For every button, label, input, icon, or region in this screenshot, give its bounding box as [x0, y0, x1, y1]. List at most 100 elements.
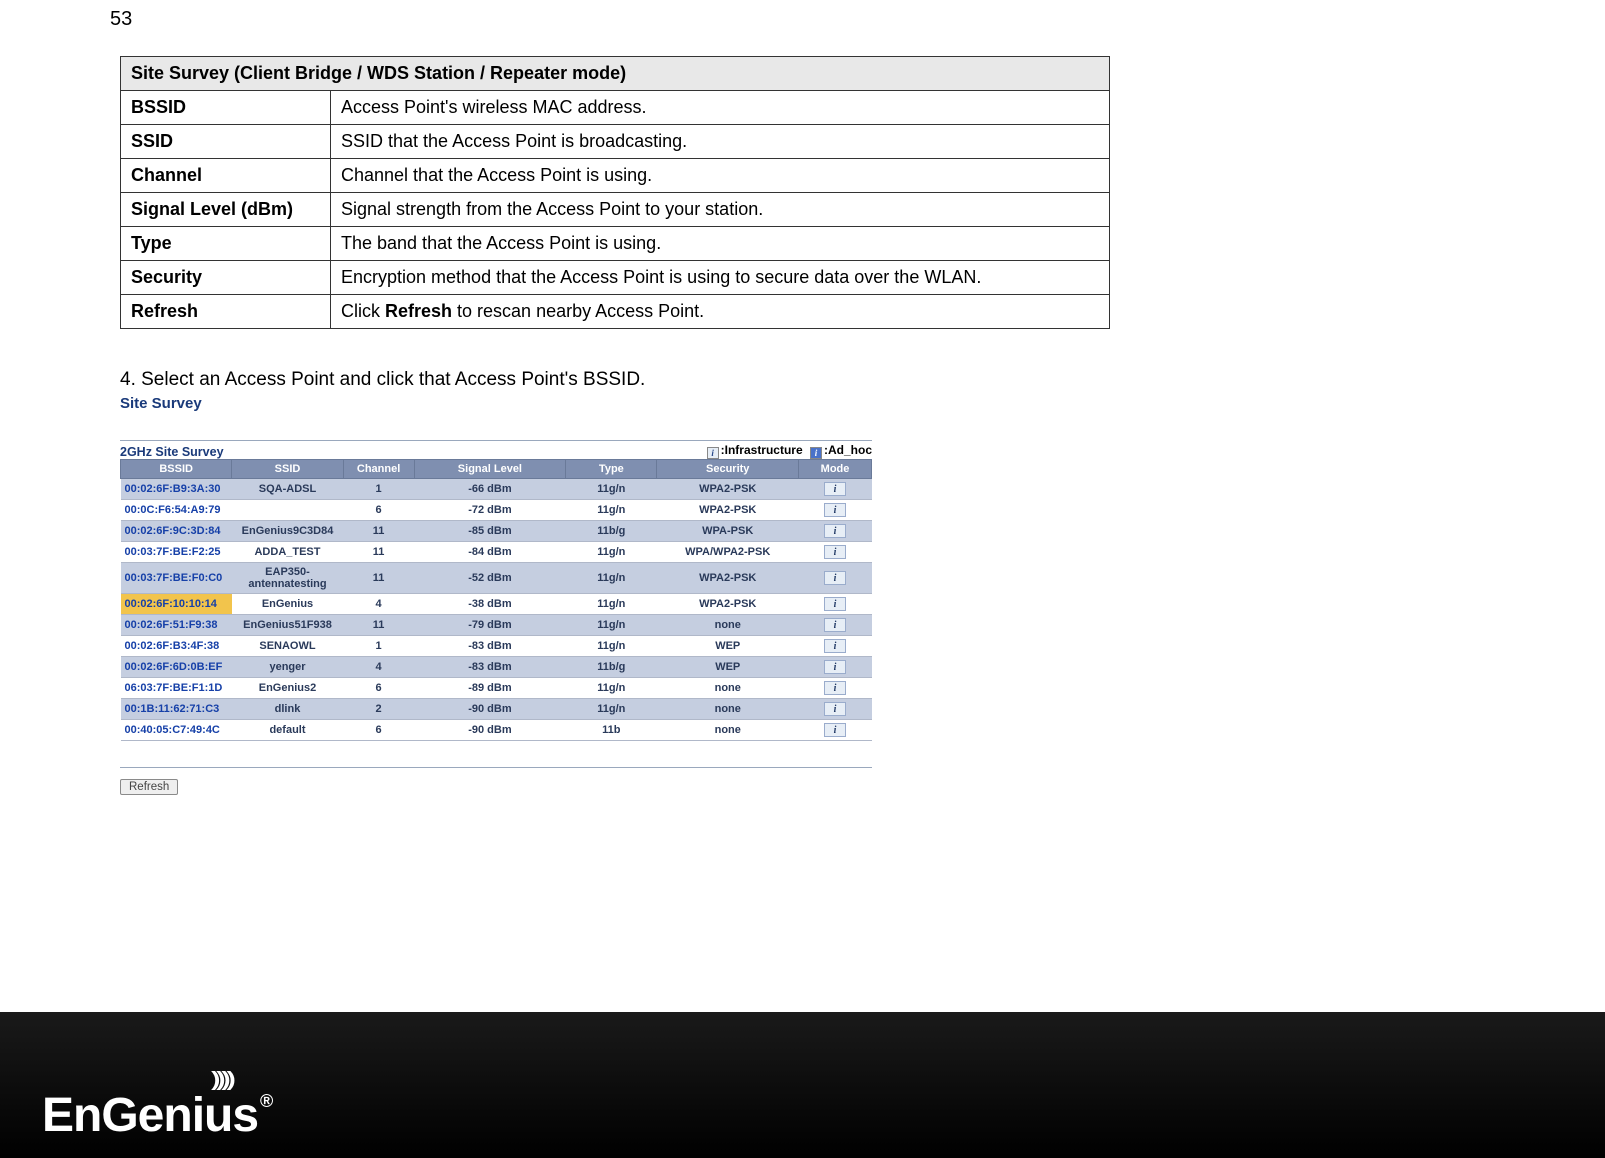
- channel-cell: 1: [343, 636, 414, 657]
- mode-cell: i: [799, 594, 872, 615]
- mode-cell: i: [799, 636, 872, 657]
- bssid-link[interactable]: 00:02:6F:10:10:14: [121, 594, 232, 615]
- channel-cell: 6: [343, 500, 414, 521]
- channel-cell: 4: [343, 594, 414, 615]
- bssid-link[interactable]: 00:02:6F:6D:0B:EF: [121, 657, 232, 678]
- security-cell: WPA/WPA2-PSK: [657, 542, 799, 563]
- legend-adhoc-text: :Ad_hoc: [824, 443, 872, 457]
- wifi-icon: )))): [211, 1070, 231, 1090]
- signal-cell: -72 dBm: [414, 500, 566, 521]
- ssid-cell: EnGenius2: [232, 678, 343, 699]
- infrastructure-icon: i: [824, 681, 846, 695]
- signal-cell: -90 dBm: [414, 699, 566, 720]
- infrastructure-icon: i: [824, 545, 846, 559]
- signal-cell: -83 dBm: [414, 636, 566, 657]
- bssid-link[interactable]: 00:03:7F:BE:F2:25: [121, 542, 232, 563]
- survey-row: 06:03:7F:BE:F1:1DEnGenius26-89 dBm11g/nn…: [121, 678, 872, 699]
- definitions-row: ChannelChannel that the Access Point is …: [121, 159, 1110, 193]
- survey-row: 00:03:7F:BE:F2:25ADDA_TEST11-84 dBm11g/n…: [121, 542, 872, 563]
- channel-cell: 4: [343, 657, 414, 678]
- signal-cell: -90 dBm: [414, 720, 566, 741]
- type-cell: 11g/n: [566, 563, 657, 594]
- bssid-link[interactable]: 00:0C:F6:54:A9:79: [121, 500, 232, 521]
- signal-cell: -66 dBm: [414, 479, 566, 500]
- survey-row: 00:40:05:C7:49:4Cdefault6-90 dBm11bnone i: [121, 720, 872, 741]
- channel-cell: 11: [343, 615, 414, 636]
- definition-desc: Encryption method that the Access Point …: [331, 261, 1110, 295]
- type-cell: 11b/g: [566, 521, 657, 542]
- definitions-row: RefreshClick Refresh to rescan nearby Ac…: [121, 295, 1110, 329]
- ssid-cell: SENAOWL: [232, 636, 343, 657]
- bssid-link[interactable]: 00:02:6F:51:F9:38: [121, 615, 232, 636]
- signal-cell: -52 dBm: [414, 563, 566, 594]
- refresh-button[interactable]: Refresh: [120, 779, 178, 795]
- survey-table: BSSIDSSIDChannelSignal LevelTypeSecurity…: [120, 459, 872, 741]
- definition-key: BSSID: [121, 91, 331, 125]
- definition-desc: Access Point's wireless MAC address.: [331, 91, 1110, 125]
- ssid-cell: ADDA_TEST: [232, 542, 343, 563]
- security-cell: WPA2-PSK: [657, 500, 799, 521]
- step-instruction: 4. Select an Access Point and click that…: [120, 369, 1495, 391]
- ssid-cell: EnGenius: [232, 594, 343, 615]
- survey-title: Site Survey: [120, 395, 880, 412]
- survey-row: 00:02:6F:B3:4F:38SENAOWL1-83 dBm11g/nWEP…: [121, 636, 872, 657]
- definition-key: Security: [121, 261, 331, 295]
- engenius-logo: )))) EnGenius®: [42, 1092, 272, 1140]
- bssid-link[interactable]: 00:1B:11:62:71:C3: [121, 699, 232, 720]
- channel-cell: 6: [343, 720, 414, 741]
- survey-row: 00:0C:F6:54:A9:796-72 dBm11g/nWPA2-PSKi: [121, 500, 872, 521]
- type-cell: 11g/n: [566, 678, 657, 699]
- definition-key: SSID: [121, 125, 331, 159]
- signal-cell: -84 dBm: [414, 542, 566, 563]
- mode-cell: i: [799, 699, 872, 720]
- survey-row: 00:02:6F:10:10:14EnGenius4-38 dBm11g/nWP…: [121, 594, 872, 615]
- ssid-cell: default: [232, 720, 343, 741]
- bssid-link[interactable]: 00:02:6F:B9:3A:30: [121, 479, 232, 500]
- survey-row: 00:1B:11:62:71:C3dlink2-90 dBm11g/nnonei: [121, 699, 872, 720]
- definition-key: Signal Level (dBm): [121, 193, 331, 227]
- mode-cell: i: [799, 563, 872, 594]
- type-cell: 11g/n: [566, 636, 657, 657]
- mode-cell: i: [799, 657, 872, 678]
- type-cell: 11b: [566, 720, 657, 741]
- ssid-cell: SQA-ADSL: [232, 479, 343, 500]
- signal-cell: -85 dBm: [414, 521, 566, 542]
- channel-cell: 6: [343, 678, 414, 699]
- legend-infra-text: :Infrastructure: [721, 443, 803, 457]
- definitions-title: Site Survey (Client Bridge / WDS Station…: [121, 57, 1110, 91]
- bssid-link[interactable]: 00:03:7F:BE:F0:C0: [121, 563, 232, 594]
- ssid-cell: dlink: [232, 699, 343, 720]
- mode-cell: i: [799, 521, 872, 542]
- survey-column-header: Channel: [343, 460, 414, 479]
- definitions-row: SecurityEncryption method that the Acces…: [121, 261, 1110, 295]
- footer-bar: )))) EnGenius®: [0, 1012, 1605, 1158]
- bssid-link[interactable]: 00:40:05:C7:49:4C: [121, 720, 232, 741]
- survey-row: 00:02:6F:51:F9:38EnGenius51F93811-79 dBm…: [121, 615, 872, 636]
- security-cell: none: [657, 720, 799, 741]
- infrastructure-icon: i: [824, 571, 846, 585]
- security-cell: WEP: [657, 657, 799, 678]
- security-cell: none: [657, 615, 799, 636]
- survey-column-header: Signal Level: [414, 460, 566, 479]
- brand-text: EnGenius: [42, 1089, 258, 1142]
- bssid-link[interactable]: 00:02:6F:B3:4F:38: [121, 636, 232, 657]
- mode-cell: i: [799, 542, 872, 563]
- divider: [120, 767, 872, 768]
- bssid-link[interactable]: 06:03:7F:BE:F1:1D: [121, 678, 232, 699]
- ssid-cell: EAP350-antennatesting: [232, 563, 343, 594]
- survey-row: 00:02:6F:9C:3D:84EnGenius9C3D8411-85 dBm…: [121, 521, 872, 542]
- definitions-table: Site Survey (Client Bridge / WDS Station…: [120, 56, 1110, 329]
- survey-row: 00:03:7F:BE:F0:C0EAP350-antennatesting 11…: [121, 563, 872, 594]
- infrastructure-icon: i: [707, 447, 719, 459]
- infrastructure-icon: i: [824, 524, 846, 538]
- security-cell: WPA2-PSK: [657, 479, 799, 500]
- registered-mark: ®: [260, 1091, 272, 1111]
- survey-row: 00:02:6F:B9:3A:30SQA-ADSL1-66 dBm11g/nWP…: [121, 479, 872, 500]
- bssid-link[interactable]: 00:02:6F:9C:3D:84: [121, 521, 232, 542]
- page-number: 53: [110, 8, 132, 31]
- ssid-cell: [232, 500, 343, 521]
- definition-desc: Channel that the Access Point is using.: [331, 159, 1110, 193]
- infrastructure-icon: i: [824, 723, 846, 737]
- divider: [120, 440, 872, 441]
- definitions-row: BSSIDAccess Point's wireless MAC address…: [121, 91, 1110, 125]
